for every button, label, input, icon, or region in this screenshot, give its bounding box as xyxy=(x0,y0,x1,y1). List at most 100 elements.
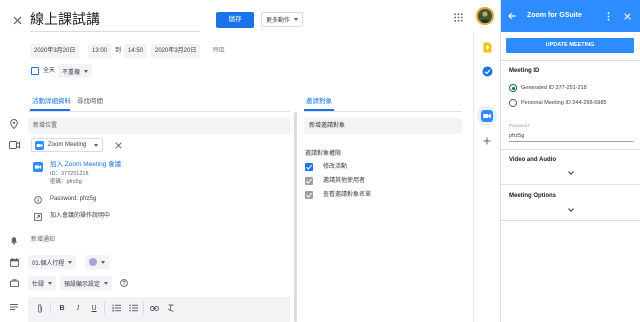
tabs-divider xyxy=(28,111,290,112)
tasks-icon[interactable] xyxy=(480,64,494,78)
permission-label-modify: 修改活動 xyxy=(323,164,348,170)
keep-icon[interactable] xyxy=(481,41,493,53)
repeat-dropdown[interactable]: 不重複 xyxy=(58,64,93,78)
all-day-label: 全天 xyxy=(43,68,56,74)
close-icon[interactable] xyxy=(10,13,24,27)
update-meeting-button[interactable]: UPDATE MEETING xyxy=(506,38,634,53)
add-addon-icon[interactable] xyxy=(481,135,493,147)
permission-checkbox-see-guests[interactable] xyxy=(305,191,313,199)
link-icon[interactable] xyxy=(149,303,159,313)
clear-formatting-icon[interactable] xyxy=(166,303,176,313)
section-divider xyxy=(501,184,640,185)
guest-permissions-title: 邀請對象權限 xyxy=(305,151,342,157)
calendar-icon xyxy=(9,257,19,267)
more-actions-label: 更多動作 xyxy=(266,18,291,24)
column-scrollbar[interactable] xyxy=(294,112,297,322)
join-zoom-link[interactable]: 加入 Zoom Meeting 會議 xyxy=(50,160,121,170)
chevron-down-icon xyxy=(294,18,299,21)
toolbar-separator xyxy=(104,302,105,314)
chevron-down-icon xyxy=(104,281,109,285)
section-divider xyxy=(501,149,640,150)
tab-event-details[interactable]: 活動詳細資料 xyxy=(32,97,71,107)
busy-dropdown[interactable]: 忙碌 xyxy=(28,276,57,290)
external-link-icon xyxy=(33,212,42,221)
generated-id-radio[interactable] xyxy=(509,84,517,92)
personal-id-radio[interactable] xyxy=(509,99,517,107)
password-text: Password: pfrz5g xyxy=(50,196,97,202)
permission-label-invite: 邀請其他使用者 xyxy=(323,178,366,184)
permission-checkbox-modify[interactable] xyxy=(305,163,313,171)
bell-icon xyxy=(9,235,19,245)
zoom-icon xyxy=(35,140,44,150)
description-toolbar xyxy=(28,297,290,322)
attachment-icon[interactable] xyxy=(35,303,45,313)
toolbar-separator xyxy=(143,302,144,314)
info-icon xyxy=(33,195,42,204)
meeting-options-title: Meeting Options xyxy=(509,193,556,199)
zoom-link-icon xyxy=(33,162,43,172)
tab-find-time[interactable]: 尋找時間 xyxy=(77,97,103,107)
password-line: 密碼：pfrz5g xyxy=(50,179,82,185)
video-camera-icon xyxy=(8,140,20,150)
event-title-input[interactable]: 線上課試講 xyxy=(30,8,200,32)
back-arrow-icon[interactable] xyxy=(507,11,517,21)
more-vert-icon[interactable] xyxy=(604,11,612,21)
end-date-field[interactable]: 2020年3月20日 xyxy=(151,44,201,58)
help-icon[interactable] xyxy=(119,278,129,288)
conference-value: Zoom Meeting xyxy=(48,142,87,148)
expand-video-audio-icon[interactable] xyxy=(566,169,576,177)
section-divider xyxy=(501,220,640,221)
expand-meeting-options-icon[interactable] xyxy=(566,206,576,214)
busy-value: 忙碌 xyxy=(32,281,45,288)
numbered-list-icon[interactable] xyxy=(111,303,121,313)
more-actions-button[interactable]: 更多動作 xyxy=(261,12,304,27)
password-field-input[interactable]: pfrz5g xyxy=(509,131,633,142)
visibility-value: 預設顯示設定 xyxy=(64,281,101,288)
permission-label-see-guests: 查看邀請對象名單 xyxy=(323,192,372,198)
radio-dot xyxy=(511,86,515,90)
calendar-dropdown[interactable]: 01.個人行程 xyxy=(28,255,77,269)
password-field-label: Password xyxy=(509,123,529,128)
chevron-down-icon xyxy=(48,281,53,285)
zoom-addon-icon[interactable] xyxy=(481,110,493,122)
meeting-id-title: Meeting ID xyxy=(509,68,540,74)
underline-icon[interactable]: U xyxy=(89,303,99,313)
chevron-down-icon xyxy=(94,143,99,147)
end-time-field[interactable]: 14:50 xyxy=(124,44,148,58)
event-color-dropdown[interactable] xyxy=(85,255,109,269)
permission-checkbox-invite[interactable] xyxy=(305,177,313,185)
personal-id-label: Personal Meeting ID 244-298-6985 xyxy=(521,100,607,106)
chevron-down-icon xyxy=(101,260,105,264)
all-day-checkbox[interactable] xyxy=(31,67,39,75)
calendar-value: 01.個人行程 xyxy=(32,260,65,267)
section-divider xyxy=(501,60,640,61)
event-title: 線上課試講 xyxy=(30,11,100,27)
avatar[interactable] xyxy=(476,7,494,25)
tab-guests[interactable]: 邀請對象 xyxy=(306,97,332,107)
italic-icon[interactable]: I xyxy=(73,303,83,313)
zoom-sidebar: Zoom for GSuite UPDATE MEETING Meeting I… xyxy=(500,0,640,322)
join-instructions-link[interactable]: 加入會議的操作說明中 xyxy=(50,212,110,221)
visibility-dropdown[interactable]: 預設顯示設定 xyxy=(60,276,113,290)
start-time-field[interactable]: 13:00 xyxy=(88,44,112,58)
remove-conference-icon[interactable] xyxy=(113,140,123,150)
add-notification-link[interactable]: 新增通知 xyxy=(31,236,55,245)
bold-icon[interactable]: B xyxy=(57,303,67,313)
briefcase-icon xyxy=(9,278,19,288)
apps-grid-icon[interactable] xyxy=(452,11,464,23)
chevron-down-icon xyxy=(68,260,73,264)
save-button[interactable]: 儲存 xyxy=(216,12,254,28)
bulleted-list-icon[interactable] xyxy=(128,303,138,313)
video-audio-title: Video and Audio xyxy=(509,157,557,163)
add-guests-input[interactable]: 新增邀請對象 xyxy=(304,118,462,134)
zoom-panel-title: Zoom for GSuite xyxy=(527,12,582,19)
color-swatch xyxy=(89,258,97,266)
timezone-link[interactable]: 時區 xyxy=(213,45,225,57)
generated-id-label: Generated ID 377-251-218 xyxy=(521,85,587,91)
chevron-down-icon xyxy=(84,69,89,73)
toolbar-separator xyxy=(50,302,51,314)
start-date-field[interactable]: 2020年3月20日 xyxy=(30,44,80,58)
location-input[interactable]: 新增位置 xyxy=(28,118,290,134)
close-panel-icon[interactable] xyxy=(622,11,632,21)
conference-dropdown[interactable]: Zoom Meeting xyxy=(31,138,104,152)
